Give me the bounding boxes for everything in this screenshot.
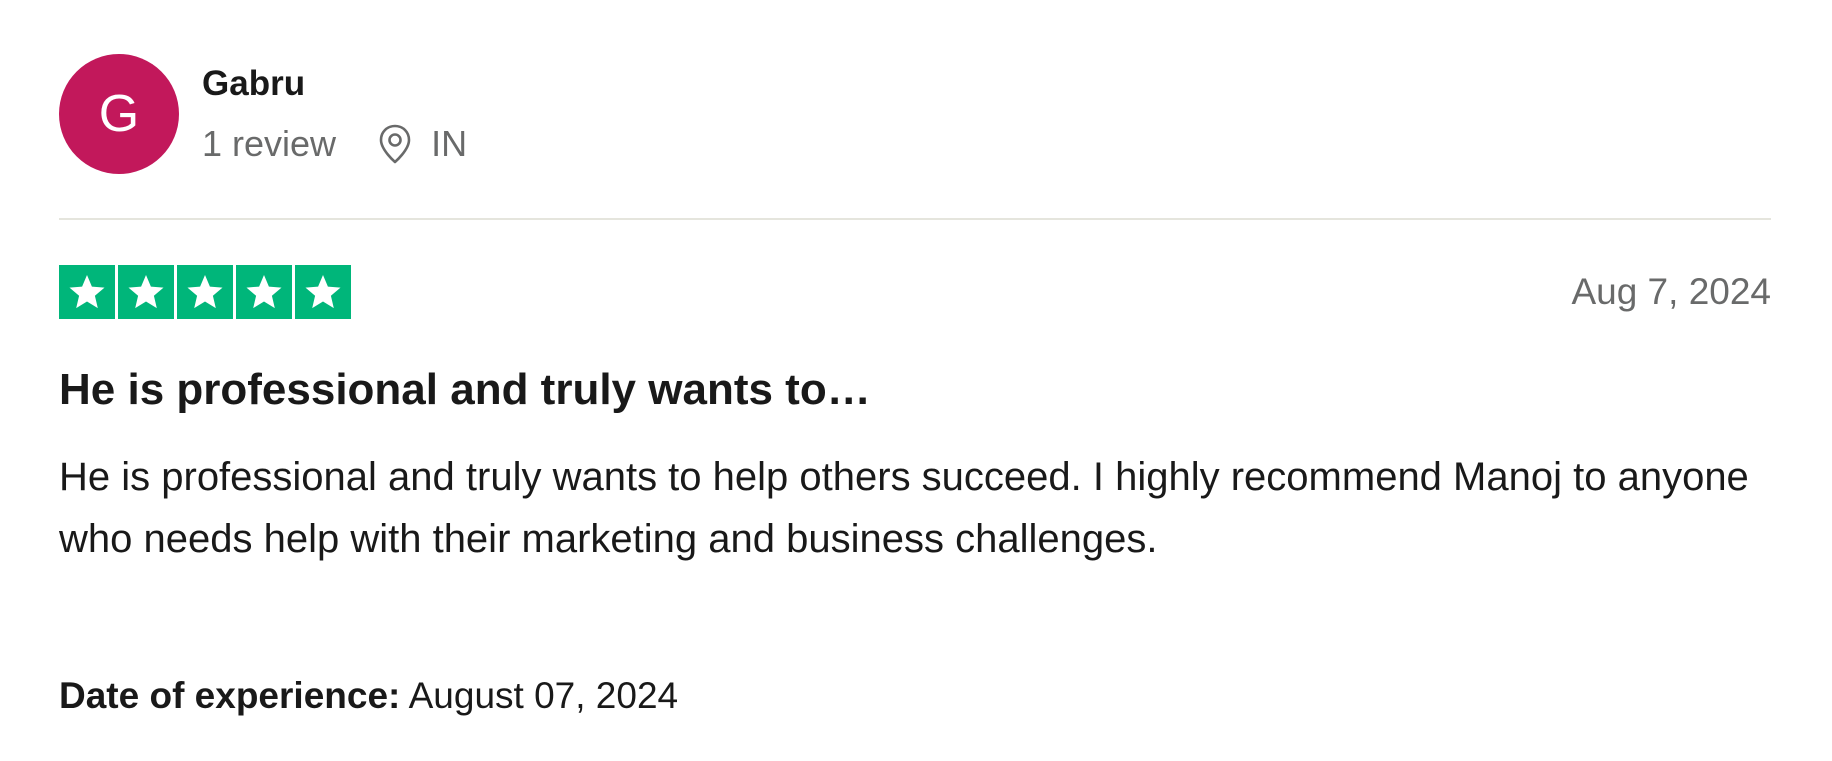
- review-date: Aug 7, 2024: [1571, 271, 1771, 312]
- divider: [59, 218, 1771, 220]
- avatar[interactable]: G: [59, 54, 179, 174]
- star-box: [177, 265, 233, 319]
- experience-date: August 07, 2024: [408, 675, 679, 716]
- star-icon: [246, 275, 282, 309]
- reviewer-meta: 1 review IN: [202, 124, 467, 164]
- reviewer-header[interactable]: G Gabru 1 review IN: [59, 54, 467, 174]
- star-rating: [59, 265, 351, 319]
- reviewer-country: IN: [431, 123, 468, 164]
- star-icon: [305, 275, 341, 309]
- star-box: [118, 265, 174, 319]
- map-pin-icon: [378, 124, 412, 164]
- review-card: G Gabru 1 review IN Aug 7, 2024 He is pr…: [59, 0, 1771, 761]
- reviewer-location: IN: [378, 124, 467, 164]
- reviewer-name[interactable]: Gabru: [202, 64, 467, 104]
- review-count: 1 review: [202, 123, 337, 164]
- avatar-initial: G: [98, 85, 140, 143]
- star-box: [59, 265, 115, 319]
- star-icon: [128, 275, 164, 309]
- review-title[interactable]: He is professional and truly wants to…: [59, 364, 871, 416]
- star-icon: [187, 275, 223, 309]
- reviewer-info: Gabru 1 review IN: [202, 64, 467, 164]
- star-box: [295, 265, 351, 319]
- date-of-experience: Date of experience: August 07, 2024: [59, 674, 678, 718]
- experience-label: Date of experience:: [59, 675, 401, 716]
- star-icon: [69, 275, 105, 309]
- star-box: [236, 265, 292, 319]
- review-body: He is professional and truly wants to he…: [59, 455, 1749, 561]
